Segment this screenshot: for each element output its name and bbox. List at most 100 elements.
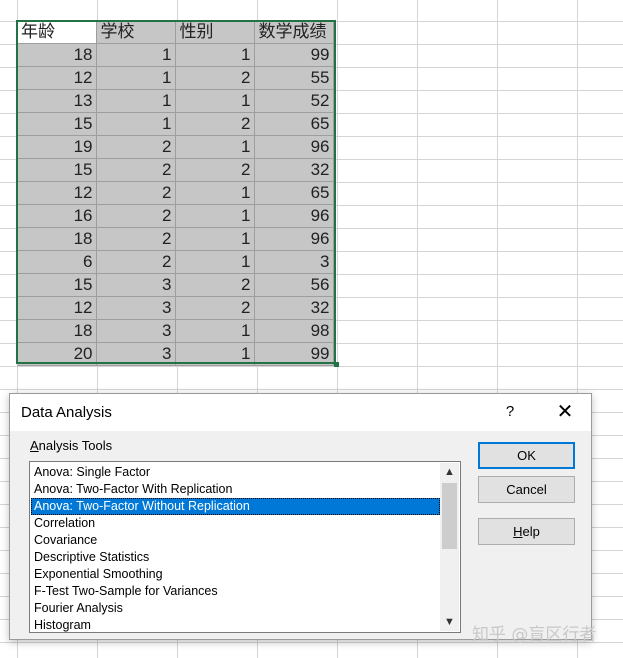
analysis-tools-list[interactable]: Anova: Single Factor Anova: Two-Factor Wi…	[31, 464, 440, 632]
data-cell[interactable]: 2	[175, 158, 255, 182]
list-item[interactable]: F-Test Two-Sample for Variances	[31, 583, 440, 600]
analysis-tools-listbox[interactable]: Anova: Single Factor Anova: Two-Factor Wi…	[29, 461, 461, 633]
data-cell[interactable]: 3	[96, 342, 176, 366]
data-cell[interactable]: 20	[17, 342, 97, 366]
data-cell[interactable]: 1	[175, 43, 255, 67]
help-button-accel: H	[513, 524, 523, 539]
scroll-up-arrow-icon[interactable]: ▲	[440, 463, 459, 481]
analysis-tools-label-accel: A	[30, 438, 39, 453]
data-cell[interactable]: 99	[254, 342, 334, 366]
header-cell[interactable]: 性别	[175, 21, 255, 44]
list-item[interactable]: Histogram	[31, 617, 440, 632]
table-row: 12 2 1 65	[17, 181, 334, 205]
list-item[interactable]: Anova: Single Factor	[31, 464, 440, 481]
list-item[interactable]: Covariance	[31, 532, 440, 549]
table-row: 15 1 2 65	[17, 112, 334, 136]
data-cell[interactable]: 16	[17, 204, 97, 228]
help-button[interactable]: Help	[478, 518, 575, 545]
data-cell[interactable]: 98	[254, 319, 334, 343]
scroll-thumb[interactable]	[442, 483, 457, 549]
help-button-text: elp	[522, 524, 540, 539]
analysis-tools-label-text: nalysis Tools	[38, 438, 113, 453]
listbox-scrollbar[interactable]: ▲ ▼	[440, 463, 459, 631]
data-cell[interactable]: 1	[175, 227, 255, 251]
table-row: 18 2 1 96	[17, 227, 334, 251]
fill-handle[interactable]	[334, 362, 339, 367]
data-cell[interactable]: 55	[254, 66, 334, 90]
data-cell[interactable]: 96	[254, 135, 334, 159]
data-cell[interactable]: 15	[17, 273, 97, 297]
data-cell[interactable]: 2	[96, 158, 176, 182]
data-cell[interactable]: 3	[96, 319, 176, 343]
data-cell[interactable]: 18	[17, 43, 97, 67]
header-row: 年龄 学校 性别 数学成绩	[17, 21, 334, 44]
table-row: 12 1 2 55	[17, 66, 334, 90]
data-cell[interactable]: 65	[254, 181, 334, 205]
data-cell[interactable]: 52	[254, 89, 334, 113]
header-cell[interactable]: 年龄	[17, 21, 97, 44]
close-icon[interactable]: ✕	[550, 400, 580, 424]
data-cell[interactable]: 2	[96, 135, 176, 159]
ok-button[interactable]: OK	[478, 442, 575, 469]
data-cell[interactable]: 1	[175, 135, 255, 159]
data-cell[interactable]: 1	[175, 250, 255, 274]
data-cell[interactable]: 3	[254, 250, 334, 274]
data-cell[interactable]: 3	[96, 296, 176, 320]
header-cell[interactable]: 数学成绩	[254, 21, 334, 44]
watermark: 知乎 @盲区行者	[472, 625, 597, 645]
data-cell[interactable]: 12	[17, 66, 97, 90]
data-cell[interactable]: 2	[96, 181, 176, 205]
data-cell[interactable]: 56	[254, 273, 334, 297]
scroll-down-arrow-icon[interactable]: ▼	[440, 613, 459, 631]
data-cell[interactable]: 96	[254, 204, 334, 228]
help-question-icon[interactable]: ?	[500, 403, 520, 420]
table-row: 6213	[17, 250, 334, 274]
data-cell[interactable]: 12	[17, 181, 97, 205]
data-cell[interactable]: 2	[175, 112, 255, 136]
list-item[interactable]: Fourier Analysis	[31, 600, 440, 617]
data-cell[interactable]: 32	[254, 296, 334, 320]
data-cell[interactable]: 15	[17, 158, 97, 182]
data-cell[interactable]: 3	[96, 273, 176, 297]
cancel-button[interactable]: Cancel	[478, 476, 575, 503]
data-cell[interactable]: 1	[175, 181, 255, 205]
data-cell[interactable]: 32	[254, 158, 334, 182]
analysis-tools-label: Analysis Tools	[30, 438, 112, 453]
list-item[interactable]: Anova: Two-Factor With Replication	[31, 481, 440, 498]
data-cell[interactable]: 18	[17, 227, 97, 251]
data-cell[interactable]: 2	[175, 66, 255, 90]
table-row: 18 3 1 98	[17, 319, 334, 343]
list-item[interactable]: Anova: Two-Factor Without Replication	[31, 498, 440, 515]
data-cell[interactable]: 2	[96, 250, 176, 274]
data-cell[interactable]: 1	[175, 342, 255, 366]
data-cell[interactable]: 1	[96, 89, 176, 113]
data-cell[interactable]: 13	[17, 89, 97, 113]
data-cell[interactable]: 1	[175, 204, 255, 228]
list-item[interactable]: Exponential Smoothing	[31, 566, 440, 583]
data-cell[interactable]: 2	[175, 273, 255, 297]
data-cell[interactable]: 15	[17, 112, 97, 136]
data-cell[interactable]: 1	[175, 89, 255, 113]
table-row: 16 2 1 96	[17, 204, 334, 228]
data-cell[interactable]: 1	[96, 66, 176, 90]
list-item[interactable]: Correlation	[31, 515, 440, 532]
data-cell[interactable]: 1	[96, 43, 176, 67]
data-cell[interactable]: 1	[96, 112, 176, 136]
data-cell[interactable]: 19	[17, 135, 97, 159]
data-range[interactable]: 年龄 学校 性别 数学成绩 18 1 1 99 12 1 2 55 13 1 1 52 15 1 2 65 19 2 1 96…	[17, 21, 334, 366]
data-cell[interactable]: 96	[254, 227, 334, 251]
data-cell[interactable]: 2	[175, 296, 255, 320]
table-row: 15 3 2 56	[17, 273, 334, 297]
data-cell[interactable]: 1	[175, 319, 255, 343]
data-cell[interactable]: 99	[254, 43, 334, 67]
data-cell[interactable]: 65	[254, 112, 334, 136]
data-cell[interactable]: 6	[17, 250, 97, 274]
header-cell[interactable]: 学校	[96, 21, 176, 44]
data-cell[interactable]: 12	[17, 296, 97, 320]
data-cell[interactable]: 2	[96, 204, 176, 228]
data-cell[interactable]: 2	[96, 227, 176, 251]
data-analysis-dialog: Data Analysis ? ✕ Analysis Tools Anova: …	[9, 393, 592, 640]
dialog-titlebar[interactable]: Data Analysis ? ✕	[10, 394, 591, 431]
list-item[interactable]: Descriptive Statistics	[31, 549, 440, 566]
data-cell[interactable]: 18	[17, 319, 97, 343]
